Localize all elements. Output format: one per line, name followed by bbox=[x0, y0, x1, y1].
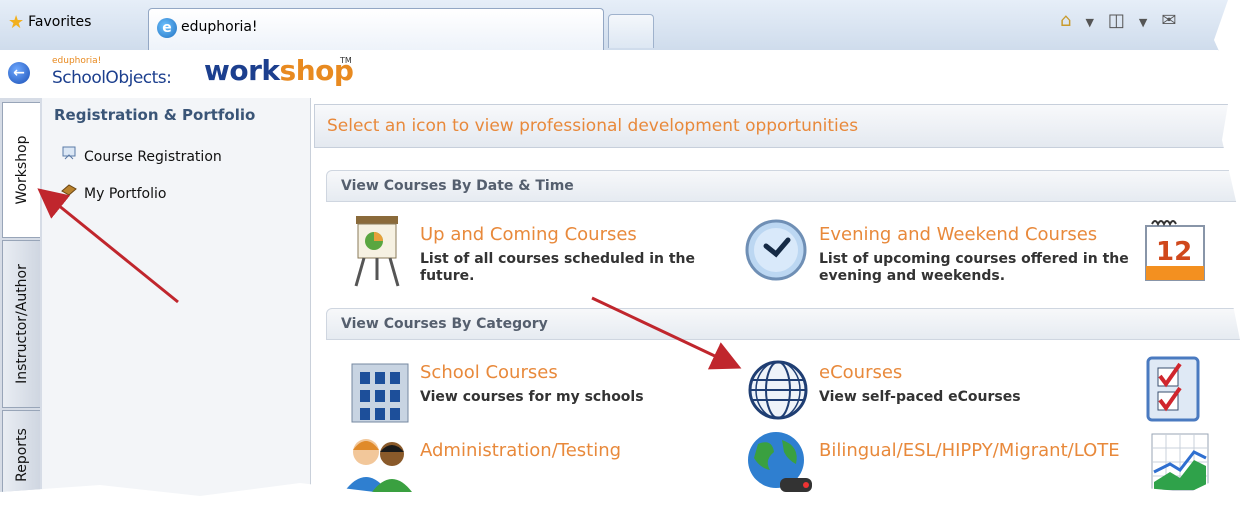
browser-tab-eduphoria[interactable]: e eduphoria! bbox=[148, 8, 604, 50]
chevron-down-icon[interactable]: ▼ bbox=[1085, 16, 1093, 29]
sidebar-item-label: My Portfolio bbox=[84, 186, 167, 202]
sidebar-heading: Registration & Portfolio bbox=[54, 106, 256, 124]
sidebar-item-course-registration[interactable]: Course Registration bbox=[60, 145, 222, 165]
favorites-label: Favorites bbox=[28, 14, 92, 30]
tab-instructor-author[interactable]: Instructor/Author bbox=[2, 240, 40, 408]
mail-icon[interactable]: ✉ bbox=[1161, 10, 1176, 31]
tab-reports-label: Reports bbox=[13, 428, 30, 482]
instruction-banner: Select an icon to view professional deve… bbox=[314, 104, 1240, 148]
section-category: View Courses By Category bbox=[326, 308, 1240, 340]
section-date-time: View Courses By Date & Time bbox=[326, 170, 1240, 202]
favorites-button[interactable]: ★ Favorites bbox=[8, 12, 91, 33]
rss-feed-icon[interactable]: ◫ bbox=[1108, 10, 1125, 31]
app-header: ← eduphoria! SchoolObjects: workshop TM bbox=[0, 50, 1240, 98]
building-icon[interactable] bbox=[350, 360, 410, 428]
presentation-board-icon[interactable] bbox=[350, 214, 404, 292]
tab-workshop[interactable]: Workshop bbox=[2, 102, 40, 238]
star-icon: ★ bbox=[8, 12, 25, 33]
vertical-tab-strip: Workshop Instructor/Author Reports bbox=[0, 98, 43, 497]
tab-reports[interactable]: Reports bbox=[2, 410, 40, 497]
banner-text: Select an icon to view professional deve… bbox=[327, 116, 859, 136]
people-icon[interactable] bbox=[344, 432, 414, 496]
clock-icon[interactable] bbox=[744, 218, 808, 286]
bilingual-esl-link[interactable]: Bilingual/ESL/HIPPY/Migrant/LOTE bbox=[819, 440, 1120, 461]
up-and-coming-courses-desc: List of all courses scheduled in the fut… bbox=[420, 251, 696, 284]
tab-instructor-author-label: Instructor/Author bbox=[13, 264, 30, 384]
browser-command-icons: ⌂ ▼ ◫ ▼ ✉ bbox=[1060, 10, 1190, 31]
logo-workshop-text: workshop bbox=[204, 54, 354, 87]
sidebar-item-my-portfolio[interactable]: My Portfolio bbox=[60, 182, 166, 202]
browser-tab-title: eduphoria! bbox=[181, 19, 258, 35]
svg-text:12: 12 bbox=[1156, 237, 1192, 267]
earth-icon[interactable] bbox=[744, 430, 814, 497]
portfolio-icon bbox=[60, 182, 78, 202]
school-courses-desc: View courses for my schools bbox=[420, 389, 644, 405]
screenshot-area: ★ Favorites e eduphoria! ⌂ ▼ ◫ ▼ ✉ ← eduphori… bbox=[0, 0, 1240, 497]
browser-toolbar: ★ Favorites e eduphoria! ⌂ ▼ ◫ ▼ ✉ bbox=[0, 0, 1240, 51]
section-title: View Courses By Category bbox=[341, 316, 548, 332]
home-icon[interactable]: ⌂ bbox=[1060, 10, 1071, 31]
evening-weekend-courses-link[interactable]: Evening and Weekend Courses bbox=[819, 224, 1097, 245]
chart-icon[interactable] bbox=[1150, 432, 1210, 496]
new-tab-button[interactable] bbox=[608, 14, 654, 48]
back-arrow-icon[interactable]: ← bbox=[8, 62, 30, 84]
up-and-coming-courses-link[interactable]: Up and Coming Courses bbox=[420, 224, 637, 245]
ecourses-link[interactable]: eCourses bbox=[819, 362, 902, 383]
logo-trademark: TM bbox=[340, 56, 352, 65]
checklist-icon[interactable] bbox=[1144, 354, 1204, 428]
logo-work: work bbox=[204, 54, 280, 87]
ecourses-desc: View self-paced eCourses bbox=[819, 389, 1021, 405]
school-courses-link[interactable]: School Courses bbox=[420, 362, 558, 383]
chevron-down-icon[interactable]: ▼ bbox=[1139, 16, 1147, 29]
sidebar-item-label: Course Registration bbox=[84, 149, 222, 165]
logo-eduphoria-text: eduphoria! bbox=[52, 56, 102, 66]
section-title: View Courses By Date & Time bbox=[341, 178, 574, 194]
logo-product-text: SchoolObjects: bbox=[52, 68, 172, 88]
calendar-icon[interactable]: 12 bbox=[1142, 218, 1206, 286]
administration-testing-link[interactable]: Administration/Testing bbox=[420, 440, 621, 461]
tab-workshop-label: Workshop bbox=[13, 135, 30, 205]
globe-icon[interactable] bbox=[746, 358, 810, 426]
main-content: Select an icon to view professional deve… bbox=[314, 98, 1240, 497]
sidebar: Registration & Portfolio Course Registra… bbox=[42, 98, 311, 497]
ie-icon: e bbox=[157, 18, 177, 38]
evening-weekend-courses-desc: List of upcoming courses offered in the … bbox=[819, 251, 1129, 284]
course-registration-icon bbox=[60, 145, 78, 165]
